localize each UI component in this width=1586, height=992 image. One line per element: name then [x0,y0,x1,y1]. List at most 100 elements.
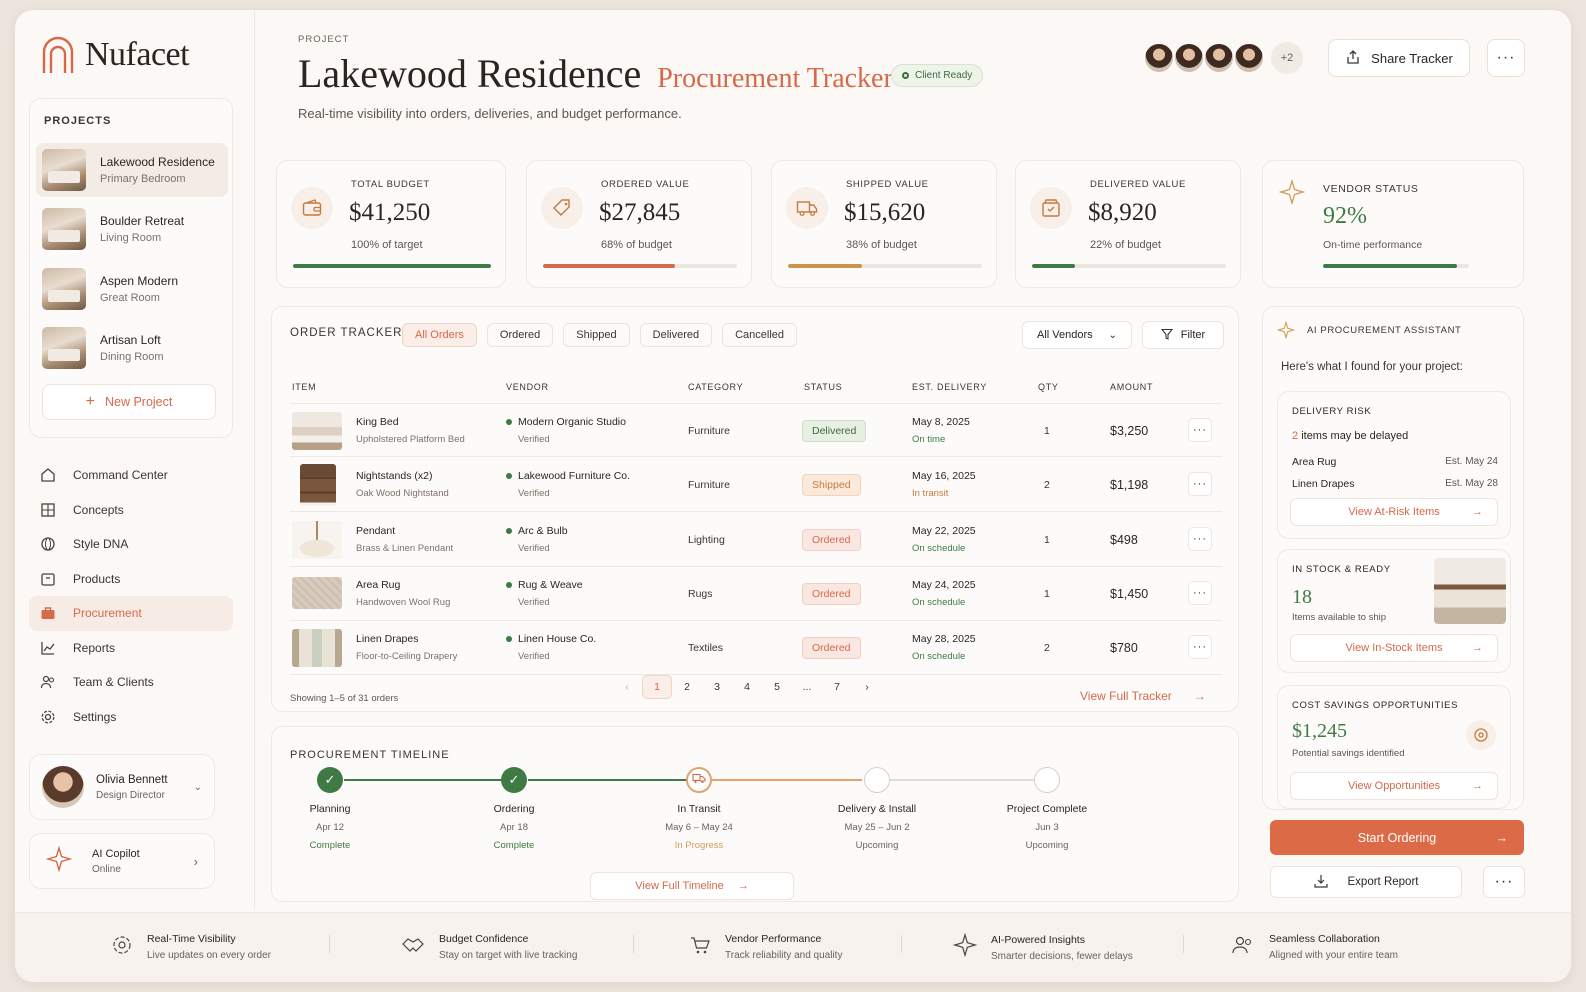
divider [901,935,902,953]
avatar [1143,42,1175,74]
nav-item-reports[interactable]: Reports [29,631,233,666]
column-header: QTY [1038,382,1059,392]
filter-button[interactable]: Filter [1142,321,1224,349]
timeline-connector [712,779,862,781]
showing-count: Showing 1–5 of 31 orders [290,693,399,704]
kpi-delivered-value: DELIVERED VALUE $8,920 22% of budget [1015,160,1241,288]
nav-item-concepts[interactable]: Concepts [29,493,233,528]
nav-item-command-center[interactable]: Command Center [29,458,233,493]
kpi-value: $27,845 [599,199,681,226]
export-report-button[interactable]: Export Report [1270,866,1462,898]
share-tracker-button[interactable]: Share Tracker [1328,39,1470,77]
user-profile[interactable]: Olivia Bennett Design Director ⌄ [29,754,215,820]
step-title: Planning [309,803,351,815]
view-opportunities-button[interactable]: View Opportunities → [1290,772,1498,800]
table-row[interactable]: King Bed Upholstered Platform Bed Modern … [290,403,1222,457]
nav-item-products[interactable]: Products [29,562,233,597]
verified-dot-icon [506,582,512,589]
nav-item-settings[interactable]: Settings [29,700,233,735]
row-more-button[interactable]: ··· [1188,635,1212,659]
footer-feature: Seamless Collaboration Aligned with your … [1231,933,1398,961]
project-item[interactable]: Boulder Retreat Living Room [36,202,228,256]
footer-feature: Vendor Performance Track reliability and … [689,933,842,961]
assistant-title: AI PROCUREMENT ASSISTANT [1307,325,1462,336]
page-button[interactable]: 5 [762,675,792,699]
kpi-sub: 38% of budget [846,239,917,251]
copilot-title: AI Copilot [92,847,140,860]
page-button[interactable]: 2 [672,675,702,699]
brand-logo[interactable]: Nufacet [41,36,190,74]
row-more-button[interactable]: ··· [1188,581,1212,605]
delivery-eta: In transit [912,488,949,499]
table-row[interactable]: Pendant Brass & Linen Pendant Arc & Bulb V… [290,513,1222,567]
nav-item-procurement[interactable]: Procurement [29,596,233,631]
row-more-button[interactable]: ··· [1188,472,1212,496]
nav-item-style-dna[interactable]: Style DNA [29,527,233,562]
project-item[interactable]: Artisan Loft Dining Room [36,321,228,375]
view-full-tracker-label: View Full Tracker [1080,689,1172,703]
avatar [1203,42,1235,74]
footer-feature: Real-Time Visibility Live updates on ever… [111,933,271,961]
handshake-icon [401,934,425,961]
page-button[interactable]: 7 [822,675,852,699]
chevron-down-icon[interactable]: ⌄ [194,782,202,793]
chevron-left-icon[interactable]: ‹ [612,675,642,699]
item-category: Rugs [688,588,713,600]
tab-ordered[interactable]: Ordered [486,323,554,347]
timeline-step-in-progress [686,767,712,793]
view-in-stock-button[interactable]: View In-Stock Items → [1290,634,1498,662]
pagination: ‹ 1 2 3 4 5 ... 7 › [612,675,882,699]
check-icon: ✓ [508,772,520,787]
project-room: Primary Bedroom [100,173,186,185]
table-row[interactable]: Area Rug Handwoven Wool Rug Rug & Weave Ve… [290,567,1222,621]
wallet-icon [291,187,333,229]
project-thumbnail [42,327,86,369]
avatar-more-count[interactable]: +2 [1271,42,1303,74]
row-more-button[interactable]: ··· [1188,527,1212,551]
target-icon [1466,720,1496,750]
table-row[interactable]: Linen Drapes Floor-to-Ceiling Drapery Lin… [290,621,1222,675]
delivery-date: May 16, 2025 [912,470,976,482]
progress-bar [543,264,737,268]
column-header: ITEM [292,382,317,392]
page-button[interactable]: 1 [642,675,672,699]
page-button[interactable]: 3 [702,675,732,699]
page-eyebrow: PROJECT [298,34,350,45]
view-at-risk-button[interactable]: View At-Risk Items → [1290,498,1498,526]
more-options-button[interactable]: ··· [1487,39,1525,77]
chevron-right-icon[interactable]: › [852,675,882,699]
project-item[interactable]: Aspen Modern Great Room [36,262,228,316]
delivery-date: May 8, 2025 [912,416,970,428]
view-full-timeline-button[interactable]: View Full Timeline → [590,872,794,900]
collaborator-avatars[interactable]: +2 [1143,42,1303,74]
risk-item-eta: Est. May 24 [1445,456,1498,467]
globe-icon [39,535,57,553]
vendor-select[interactable]: All Vendors ⌄ [1022,321,1132,349]
risk-label: DELIVERY RISK [1292,406,1372,417]
project-item[interactable]: Lakewood Residence Primary Bedroom [36,143,228,197]
page-button[interactable]: 4 [732,675,762,699]
step-date: Apr 12 [316,822,344,833]
tab-cancelled[interactable]: Cancelled [722,323,798,347]
export-more-button[interactable]: ··· [1483,866,1525,898]
row-more-button[interactable]: ··· [1188,418,1212,442]
tab-shipped[interactable]: Shipped [563,323,630,347]
timeline-step-complete: ✓ [317,767,343,793]
nav-label: Reports [73,640,116,655]
view-full-tracker-link[interactable]: View Full Tracker → [1080,689,1206,703]
footer-feature: AI-Powered Insights Smarter decisions, fe… [952,932,1133,962]
ai-copilot-button[interactable]: AI Copilot Online › [29,833,215,889]
verified-dot-icon [506,419,512,426]
timeline-title: PROCUREMENT TIMELINE [290,749,450,761]
tab-all-orders[interactable]: All Orders [402,323,477,347]
table-row[interactable]: Nightstands (x2) Oak Wood Nightstand Lake… [290,458,1222,512]
step-date: Jun 3 [1035,822,1059,833]
projects-label: PROJECTS [44,115,112,127]
item-amount: $498 [1110,533,1138,547]
tab-delivered[interactable]: Delivered [639,323,713,347]
vendor-verified: Verified [518,597,550,608]
product-thumbnail [1434,558,1506,624]
start-ordering-button[interactable]: Start Ordering → [1270,820,1524,855]
new-project-button[interactable]: + New Project [42,384,216,420]
nav-item-team-clients[interactable]: Team & Clients [29,665,233,700]
